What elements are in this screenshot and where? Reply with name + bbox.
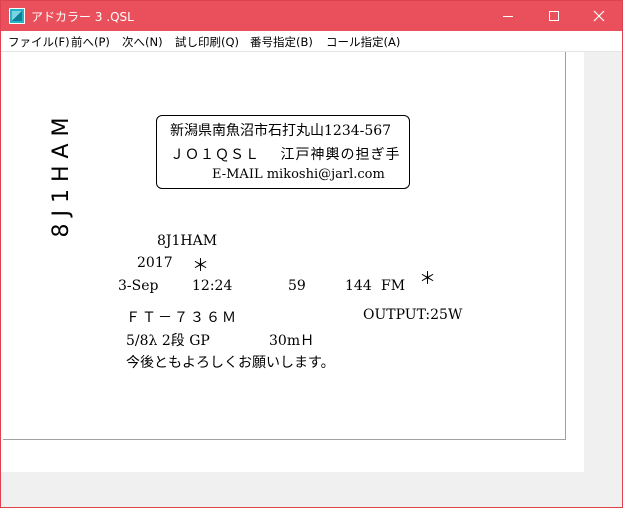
vertical-callsign: 8J1HAM: [49, 110, 74, 238]
title-bar[interactable]: アドカラー 3 .QSL: [1, 1, 622, 31]
qso-rst: 59: [288, 278, 306, 294]
email-line: E-MAIL mikoshi@jarl.com: [212, 167, 385, 182]
close-button[interactable]: [576, 1, 622, 31]
address-box: 新潟県南魚沼市石打丸山1234-567 ＪＯ１ＱＳＬ 江戸神輿の担ぎ手 E-MA…: [156, 115, 410, 189]
preview-area[interactable]: 8J1HAM 新潟県南魚沼市石打丸山1234-567 ＪＯ１ＱＳＬ 江戸神輿の担…: [1, 52, 584, 472]
app-window: アドカラー 3 .QSL ファイル(F) 前へ(P) 次へ(N) 試し印刷(Q)…: [0, 0, 623, 508]
window-title: アドカラー 3 .QSL: [31, 10, 134, 24]
menu-bar: ファイル(F) 前へ(P) 次へ(N) 試し印刷(Q) 番号指定(B) コール指…: [1, 31, 622, 52]
client-area: 8J1HAM 新潟県南魚沼市石打丸山1234-567 ＪＯ１ＱＳＬ 江戸神輿の担…: [1, 52, 622, 507]
maximize-button[interactable]: [531, 1, 577, 31]
close-icon: [593, 10, 605, 22]
minimize-icon: [503, 16, 513, 17]
menu-number-select[interactable]: 番号指定(B): [250, 34, 313, 50]
closing-message: 今後ともよろしくお願いします。: [126, 355, 335, 371]
station-name-line: ＪＯ１ＱＳＬ 江戸神輿の担ぎ手: [170, 147, 401, 163]
antenna-height: 30mＨ: [269, 333, 315, 349]
app-icon[interactable]: [9, 8, 25, 24]
qsl-card-preview: 8J1HAM 新潟県南魚沼市石打丸山1234-567 ＪＯ１ＱＳＬ 江戸神輿の担…: [3, 52, 566, 440]
qso-time: 12:24: [192, 278, 233, 294]
output-power: OUTPUT:25W: [363, 307, 463, 323]
right-asterisk: ＊: [419, 269, 436, 289]
minimize-button[interactable]: [485, 1, 531, 31]
address-line: 新潟県南魚沼市石打丸山1234-567: [170, 123, 392, 139]
antenna: 5/8λ 2段 GP: [126, 333, 210, 349]
maximize-icon: [549, 11, 559, 21]
menu-file[interactable]: ファイル(F): [8, 34, 70, 50]
qso-mode: FM: [381, 278, 406, 294]
qso-date: 3-Sep: [118, 278, 159, 294]
year-asterisk: ＊: [192, 256, 209, 276]
qso-band: 144: [345, 278, 372, 294]
bottom-strip: [1, 472, 584, 507]
menu-prev[interactable]: 前へ(P): [71, 34, 110, 50]
qso-year: 2017: [137, 255, 173, 271]
menu-test-print[interactable]: 試し印刷(Q): [175, 34, 239, 50]
menu-callsign-select[interactable]: コール指定(A): [326, 34, 400, 50]
menu-next[interactable]: 次へ(N): [122, 34, 163, 50]
rig-name: ＦＴ－７３６Ｍ: [126, 310, 238, 326]
to-callsign: 8J1HAM: [157, 233, 218, 249]
